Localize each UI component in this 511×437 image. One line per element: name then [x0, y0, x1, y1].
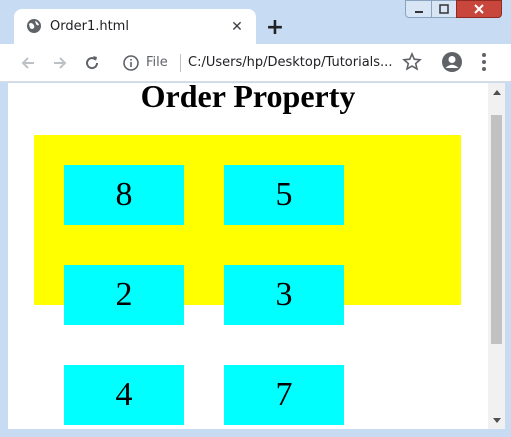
- scrollbar-thumb[interactable]: [491, 115, 502, 344]
- close-window-button[interactable]: [456, 0, 502, 18]
- divider: [180, 54, 181, 72]
- window-bottom-border: [0, 429, 511, 437]
- browser-toolbar: File C:/Users/hp/Desktop/Tutorials...: [0, 44, 511, 82]
- tab-title: Order1.html: [50, 19, 129, 34]
- flex-item: 2: [64, 265, 184, 325]
- arrow-left-icon[interactable]: [16, 51, 40, 75]
- title-bar: Order1.html ✕ +: [0, 0, 511, 44]
- star-icon[interactable]: [402, 52, 422, 72]
- flex-item: 8: [64, 165, 184, 225]
- scroll-up-icon[interactable]: [488, 83, 505, 100]
- flex-item: 7: [224, 365, 344, 425]
- flex-item: 5: [224, 165, 344, 225]
- page-title: Order Property: [140, 83, 356, 114]
- address-bar[interactable]: File C:/Users/hp/Desktop/Tutorials...: [116, 50, 402, 76]
- new-tab-button[interactable]: +: [262, 14, 288, 40]
- account-icon[interactable]: [441, 51, 463, 73]
- browser-window: Order1.html ✕ + File C:/Users/hp/Desktop…: [0, 0, 511, 437]
- close-tab-icon[interactable]: ✕: [228, 17, 246, 35]
- arrow-right-icon[interactable]: [48, 51, 72, 75]
- flex-item: 3: [224, 265, 344, 325]
- maximize-button[interactable]: [431, 0, 457, 18]
- scroll-down-icon[interactable]: [488, 412, 505, 429]
- flex-item: 4: [64, 365, 184, 425]
- vertical-scrollbar[interactable]: [488, 83, 505, 429]
- url-text[interactable]: C:/Users/hp/Desktop/Tutorials...: [188, 55, 392, 70]
- minimize-button[interactable]: [405, 0, 432, 18]
- tab-order1[interactable]: Order1.html ✕: [14, 9, 256, 44]
- file-label: File: [146, 55, 168, 70]
- page-viewport: Order Property 8 5 2 3 4 7: [8, 83, 488, 429]
- info-icon[interactable]: [122, 54, 140, 72]
- reload-icon[interactable]: [80, 51, 104, 75]
- globe-icon: [26, 18, 42, 34]
- kebab-menu-icon[interactable]: [476, 51, 492, 73]
